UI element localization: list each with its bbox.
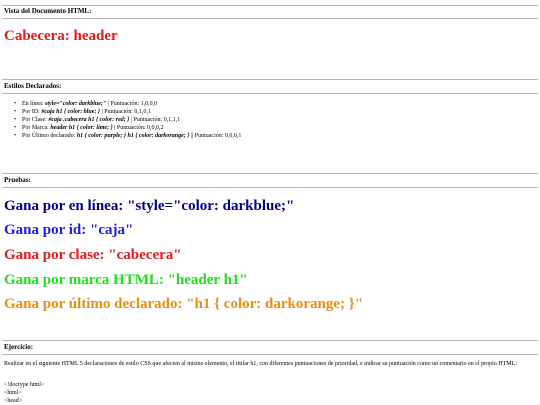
section-divider-pruebas bbox=[2, 187, 538, 188]
style-label: Por ID: bbox=[22, 109, 42, 115]
section-divider-estilos bbox=[2, 93, 538, 94]
test-heading-tag: Gana por marca HTML: "header h1" bbox=[4, 272, 248, 288]
bullet-icon: • bbox=[14, 101, 17, 107]
list-item: • Por Marca: header h1 { color: lime; } |… bbox=[14, 124, 241, 132]
style-label: Por Clase: bbox=[22, 117, 49, 123]
test-heading-id: Gana por id: "caja" bbox=[4, 222, 134, 238]
list-item: • Por Último declarado: h1 { color: purpl… bbox=[14, 132, 242, 140]
section-divider-ejercicio-top bbox=[2, 340, 538, 341]
style-score: | Puntuación: 0,1,1,1 bbox=[129, 117, 181, 123]
section-divider-vista bbox=[2, 18, 538, 19]
style-rule: style="color: darkblue;" bbox=[45, 101, 107, 107]
declared-styles-list: • En línea: style="color: darkblue;" | Pu… bbox=[14, 100, 242, 140]
style-score: | Puntuación: 0,0,0,2 bbox=[112, 125, 164, 131]
section-title-pruebas: Pruebas: bbox=[4, 176, 31, 184]
style-rule: h1 { color: purple; } h1 { color: darkor… bbox=[76, 133, 190, 139]
exercise-description: Realizar en el siguiente HTML 5 declarac… bbox=[4, 361, 517, 367]
style-label: Por Marca: bbox=[22, 125, 51, 131]
test-heading-inline: Gana por en línea: "style="color: darkbl… bbox=[4, 198, 295, 214]
bullet-icon: • bbox=[14, 133, 17, 139]
test-heading-last-declared: Gana por último declarado: "h1 { color: … bbox=[4, 296, 364, 312]
code-line: <html> bbox=[4, 390, 22, 396]
section-divider-ejercicio bbox=[2, 354, 538, 355]
style-label: Por Último declarado: bbox=[22, 133, 77, 139]
style-rule: #caja .cabecera h1 { color: red; } bbox=[48, 117, 130, 123]
code-line: <head> bbox=[4, 398, 23, 404]
section-divider-estilos-top bbox=[2, 79, 538, 80]
bullet-icon: • bbox=[14, 125, 17, 131]
page-header-heading: Cabecera: header bbox=[4, 28, 118, 44]
bullet-icon: • bbox=[14, 109, 17, 115]
style-label: En línea: bbox=[22, 101, 45, 107]
style-score: | Puntuación: 1,0,0,0 bbox=[106, 101, 158, 107]
section-divider-top bbox=[2, 5, 538, 6]
bullet-icon: • bbox=[14, 117, 17, 123]
style-score: || Puntuación: 0,0,0,1 bbox=[189, 133, 242, 139]
section-divider-pruebas-top bbox=[2, 173, 538, 174]
style-rule: header h1 { color: lime; } bbox=[50, 125, 113, 131]
style-rule: #caja h1 { color: blue; } bbox=[41, 109, 101, 115]
list-item: • En línea: style="color: darkblue;" | Pu… bbox=[14, 100, 241, 108]
style-score: | Puntuación: 0,1,0,1 bbox=[100, 109, 151, 115]
section-title-vista: Vista del Documento HTML: bbox=[4, 7, 92, 15]
section-title-ejercicio: Ejercicio: bbox=[4, 343, 34, 351]
list-item: • Por Clase: #caja .cabecera h1 { color: … bbox=[14, 116, 241, 124]
test-heading-class: Gana por clase: "cabecera" bbox=[4, 247, 182, 263]
list-item: • Por ID: #caja h1 { color: blue; } | Pun… bbox=[14, 108, 241, 116]
section-title-estilos: Estilos Declarados: bbox=[4, 82, 62, 90]
code-line: <!doctype html> bbox=[4, 382, 45, 388]
